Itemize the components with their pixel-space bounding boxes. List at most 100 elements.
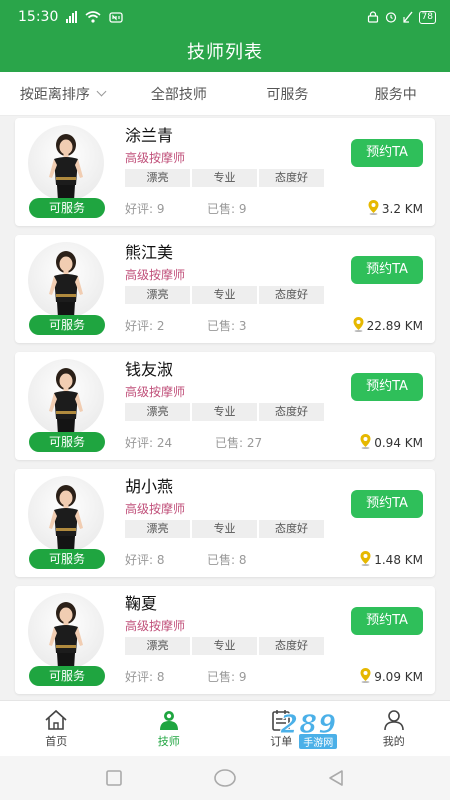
book-button[interactable]: 预约TA xyxy=(351,256,423,284)
technician-name: 鞠夏 xyxy=(125,594,158,613)
technician-card[interactable]: 可服务 涂兰青 高级按摩师 漂亮 专业 态度好 好评: 9 已售: 9 预约TA… xyxy=(15,118,435,226)
technician-photo xyxy=(28,359,104,435)
distance-value: 0.94 KM xyxy=(374,436,423,450)
sold-count: 已售: 9 xyxy=(207,200,247,217)
good-review-label: 好评: xyxy=(125,670,154,684)
good-review-value: 8 xyxy=(156,553,165,567)
technician-name: 钱友淑 xyxy=(125,360,174,379)
good-review-value: 24 xyxy=(156,436,173,450)
distance-value: 3.2 KM xyxy=(381,202,423,216)
status-badge: 可服务 xyxy=(29,549,105,569)
good-review-label: 好评: xyxy=(125,436,154,450)
bottom-tab-bar: 首页 技师 订单 我的 xyxy=(0,700,450,756)
filter-sort-distance[interactable]: 按距离排序 xyxy=(0,84,125,104)
app-header: 15:30 78 技师列表 xyxy=(0,0,450,72)
tag: 态度好 xyxy=(259,169,324,187)
tag-list: 漂亮 专业 态度好 xyxy=(125,169,324,187)
good-review-value: 2 xyxy=(156,319,165,333)
wifi-icon xyxy=(85,11,101,23)
tag: 漂亮 xyxy=(125,403,190,421)
filter-bar: 按距离排序 全部技师 可服务 服务中 xyxy=(0,72,450,116)
filter-all-technicians[interactable]: 全部技师 xyxy=(125,84,233,104)
distance: 0.94 KM xyxy=(360,434,423,452)
tag: 专业 xyxy=(192,286,257,304)
location-pin-icon xyxy=(368,200,379,218)
recent-apps-icon[interactable] xyxy=(104,768,124,788)
technician-photo xyxy=(28,593,104,669)
sold-count: 已售: 3 xyxy=(207,317,247,334)
filter-available[interactable]: 可服务 xyxy=(233,84,341,104)
tag: 态度好 xyxy=(259,286,324,304)
sold-label: 已售: xyxy=(207,553,236,567)
tag: 态度好 xyxy=(259,403,324,421)
back-icon[interactable] xyxy=(326,768,346,788)
sold-value: 9 xyxy=(238,202,247,216)
technician-name: 胡小燕 xyxy=(125,477,174,496)
technician-level: 高级按摩师 xyxy=(125,268,186,282)
filter-in-service[interactable]: 服务中 xyxy=(342,84,450,104)
tag: 漂亮 xyxy=(125,169,190,187)
user-icon xyxy=(383,709,404,730)
technician-card[interactable]: 可服务 胡小燕 高级按摩师 漂亮 专业 态度好 好评: 8 已售: 8 预约TA… xyxy=(15,469,435,577)
good-review-value: 9 xyxy=(156,202,165,216)
sold-label: 已售: xyxy=(207,319,236,333)
tag: 专业 xyxy=(192,169,257,187)
good-review-count: 好评: 8 xyxy=(125,551,165,568)
status-badge: 可服务 xyxy=(29,432,105,452)
technician-list: 可服务 涂兰青 高级按摩师 漂亮 专业 态度好 好评: 9 已售: 9 预约TA… xyxy=(0,118,450,703)
alarm-icon xyxy=(385,11,397,23)
technician-name: 涂兰青 xyxy=(125,126,174,145)
location-pin-icon xyxy=(353,317,364,335)
distance: 22.89 KM xyxy=(353,317,423,335)
distance: 9.09 KM xyxy=(360,668,423,686)
good-review-count: 好评: 2 xyxy=(125,317,165,334)
chevron-down-icon xyxy=(96,86,107,97)
technician-photo xyxy=(28,476,104,552)
good-review-count: 好评: 9 xyxy=(125,200,165,217)
tag: 漂亮 xyxy=(125,520,190,538)
technician-photo xyxy=(28,242,104,318)
sold-count: 已售: 27 xyxy=(215,434,262,451)
book-button[interactable]: 预约TA xyxy=(351,139,423,167)
technician-icon xyxy=(159,710,178,730)
signal-icon xyxy=(66,11,78,23)
technician-level: 高级按摩师 xyxy=(125,502,186,516)
book-button[interactable]: 预约TA xyxy=(351,373,423,401)
lock-icon xyxy=(367,11,379,23)
tag: 态度好 xyxy=(259,637,324,655)
tab-label: 我的 xyxy=(382,734,405,748)
book-button[interactable]: 预约TA xyxy=(351,490,423,518)
technician-level: 高级按摩师 xyxy=(125,385,186,399)
tag: 专业 xyxy=(192,637,257,655)
filter-label: 按距离排序 xyxy=(19,86,90,103)
sold-value: 9 xyxy=(238,670,247,684)
tab-label: 首页 xyxy=(45,734,68,748)
tag: 漂亮 xyxy=(125,637,190,655)
good-review-label: 好评: xyxy=(125,319,154,333)
tab-technician[interactable]: 技师 xyxy=(113,701,226,756)
tab-orders[interactable]: 订单 xyxy=(225,701,338,756)
sold-label: 已售: xyxy=(207,670,236,684)
book-button[interactable]: 预约TA xyxy=(351,607,423,635)
status-bar: 15:30 78 xyxy=(0,0,450,34)
network-type-icon xyxy=(402,11,413,23)
sold-count: 已售: 9 xyxy=(207,668,247,685)
location-pin-icon xyxy=(360,551,371,569)
tag-list: 漂亮 专业 态度好 xyxy=(125,403,324,421)
good-review-count: 好评: 8 xyxy=(125,668,165,685)
technician-card[interactable]: 可服务 钱友淑 高级按摩师 漂亮 专业 态度好 好评: 24 已售: 27 预约… xyxy=(15,352,435,460)
tag: 漂亮 xyxy=(125,286,190,304)
technician-card[interactable]: 可服务 鞠夏 高级按摩师 漂亮 专业 态度好 好评: 8 已售: 9 预约TA … xyxy=(15,586,435,694)
sold-value: 27 xyxy=(246,436,263,450)
tab-profile[interactable]: 我的 xyxy=(338,701,450,756)
location-pin-icon xyxy=(360,434,371,452)
distance: 1.48 KM xyxy=(360,551,423,569)
technician-name: 熊江美 xyxy=(125,243,174,262)
sold-count: 已售: 8 xyxy=(207,551,247,568)
status-time: 15:30 xyxy=(18,9,59,25)
tag-list: 漂亮 专业 态度好 xyxy=(125,286,324,304)
distance-value: 1.48 KM xyxy=(374,553,423,567)
technician-card[interactable]: 可服务 熊江美 高级按摩师 漂亮 专业 态度好 好评: 2 已售: 3 预约TA… xyxy=(15,235,435,343)
tab-home[interactable]: 首页 xyxy=(0,701,113,756)
home-button-icon[interactable] xyxy=(213,768,237,788)
